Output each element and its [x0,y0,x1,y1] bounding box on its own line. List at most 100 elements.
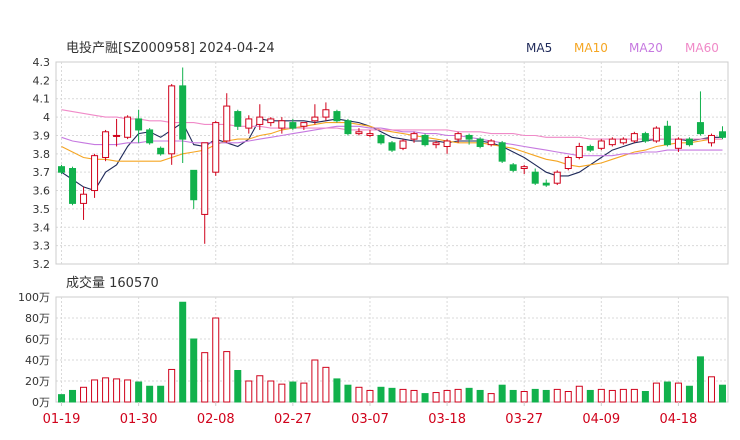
candle-body [201,142,209,215]
candle-body [58,166,66,173]
ma-legend: MA5 MA10 MA20 MA60 [526,41,719,55]
candle-body [465,134,473,140]
volume-bar-down [542,389,550,403]
volume-bar-up [608,389,616,403]
candle-down [179,67,187,163]
price-tick-label: 4.2 [33,74,51,87]
candle-up [520,164,528,175]
price-tick-label: 3.6 [33,185,51,198]
candle-body [399,140,407,149]
volume-bar-up [597,388,605,403]
volume-bar-down [234,370,242,403]
price-frame [55,61,729,265]
volume-tick-label: 60万 [25,333,50,346]
candle-up [575,142,583,160]
candle-up [245,115,253,134]
date-tick-label: 03-27 [505,412,543,427]
price-tick-label: 3.4 [33,221,51,234]
candle-body [531,171,539,184]
volume-bar-up [553,388,561,403]
candle-body [311,116,319,122]
volume-tick-label: 40万 [25,354,50,367]
volume-bar-down [377,386,385,403]
volume-bar-up [102,377,110,403]
candle-up [322,102,330,121]
candle-down [344,118,352,136]
candle-body [520,166,528,170]
volume-bar-down [718,384,726,403]
candle-body [509,164,517,171]
candle-body [267,118,275,124]
candle-body [410,133,418,140]
volume-bar-down [135,381,143,403]
candle-body [597,140,605,149]
volume-tick-label: 100万 [18,291,50,304]
volume-bar-down [69,389,77,403]
volume-bar-up [674,382,682,403]
volume-bar-up [91,379,99,403]
candle-body [333,111,341,122]
candle-down [542,179,550,187]
volume-bar-down [696,356,704,403]
candle-body [685,138,693,146]
volume-bar-down [498,384,506,403]
volume-bar-up [707,376,715,403]
candle-down [234,109,242,130]
candle-body [278,120,286,129]
candle-body [630,133,638,142]
volume-bar-down [333,378,341,403]
volume-bar-up [630,388,638,403]
candle-down [388,140,396,152]
volume-bar-up [410,389,418,403]
candle-down [421,133,429,147]
candle-up [707,133,715,147]
volume-bar-up [300,382,308,403]
candle-up [355,128,363,136]
candle-body [102,131,110,158]
candle-body [674,138,682,149]
candle-body [476,138,484,147]
candle-down [58,164,66,175]
volume-bar-up [487,393,495,403]
candle-body [234,111,242,127]
candle-body [344,120,352,135]
volume-bar-up [652,382,660,403]
date-tick-label: 04-09 [582,412,620,427]
date-tick-label: 04-18 [660,412,698,427]
volume-bar-down [685,385,693,403]
legend-item-ma60: MA60 [685,41,719,55]
candle-up [652,126,660,143]
legend-item-ma10: MA10 [574,41,608,55]
price-tick-label: 3.7 [33,166,51,179]
candle-body [608,138,616,146]
volume-grid [55,296,729,403]
volume-tick-label: 20万 [25,375,50,388]
candle-up [300,122,308,130]
volume-bar-up [168,368,176,403]
candle-down [641,131,649,143]
volume-bar-up [124,379,132,403]
volume-bar-down [388,387,396,403]
candle-body [432,142,440,146]
candle-body [564,156,572,170]
candle-up [102,129,110,162]
candle-body [69,168,77,204]
candle-body [377,134,385,144]
candle-up [113,118,121,147]
candle-down [685,137,693,147]
candlesticks [58,67,726,244]
candle-down [146,128,154,145]
candle-up [619,137,627,145]
stock-chart: 电投产融[SZ000958] 2024-04-24 MA5 MA10 MA20 MA6… [18,40,729,427]
candle-up [597,139,605,151]
volume-bar-up [278,383,286,403]
candle-up [432,140,440,149]
candle-down [531,168,539,186]
volume-bar-up [443,389,451,403]
candle-up [443,139,451,154]
candle-body [586,145,594,151]
candle-up [212,120,220,176]
volume-bar-up [564,391,572,403]
candle-body [168,85,176,155]
ma60-line [61,109,723,140]
